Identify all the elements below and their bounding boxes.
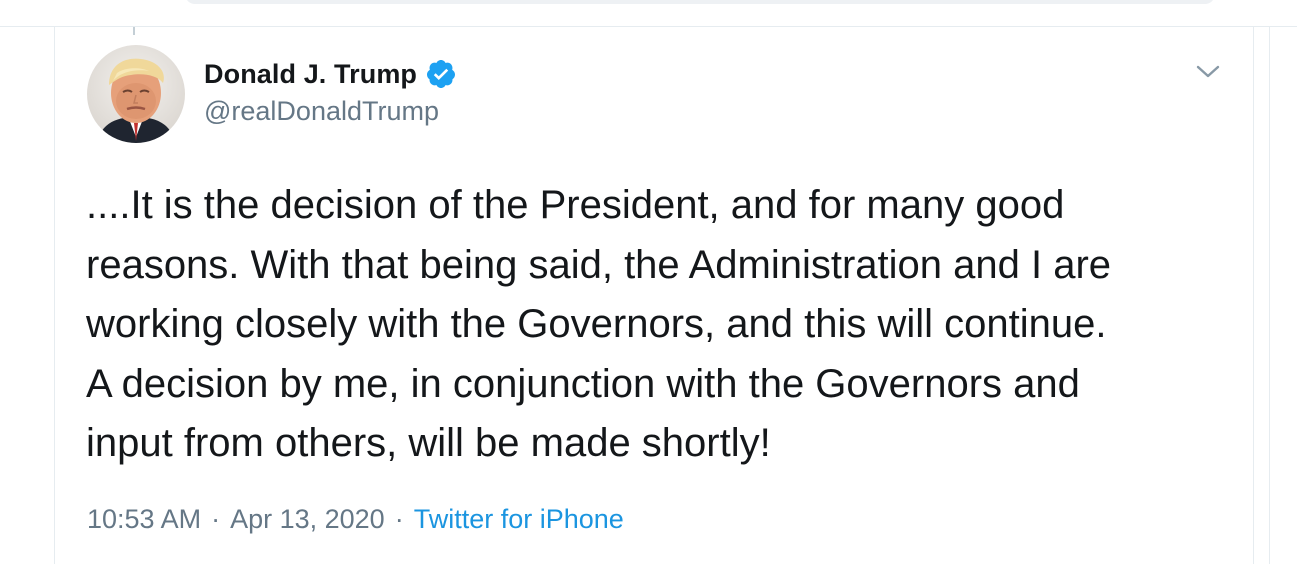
search-bar[interactable] [185, 0, 1215, 4]
tweet-date[interactable]: Apr 13, 2020 [230, 504, 385, 535]
tweet-metadata: 10:53 AM · Apr 13, 2020 · Twitter for iP… [87, 504, 624, 535]
chevron-down-icon[interactable] [1194, 60, 1222, 84]
top-bar [0, 0, 1297, 27]
meta-separator: · [211, 504, 221, 534]
meta-separator: · [394, 504, 404, 534]
tweet-text-line: reasons. With that being said, the Admin… [86, 242, 1112, 287]
tweet-text-line: working closely with the Governors, and … [86, 302, 1107, 346]
tweet-time[interactable]: 10:53 AM [87, 504, 201, 535]
tweet-text-line: input from others, will be made shortly! [86, 421, 771, 465]
author-display-name[interactable]: Donald J. Trump [204, 59, 417, 90]
avatar[interactable] [87, 45, 185, 143]
adjacent-panel-edge [1269, 27, 1297, 564]
tweet-text-line: A decision by me, in conjunction with th… [86, 361, 1080, 406]
tweet-source-link[interactable]: Twitter for iPhone [414, 504, 624, 535]
profile-photo [87, 45, 185, 143]
thread-connector-line [133, 27, 135, 35]
verified-badge-icon [425, 58, 457, 90]
tweet-text-line: ....It is the decision of the President,… [86, 183, 1065, 227]
tweet-text: ....It is the decision of the President,… [86, 176, 1256, 474]
author-name-row[interactable]: Donald J. Trump [204, 54, 457, 94]
author-handle[interactable]: @realDonaldTrump [204, 96, 439, 127]
